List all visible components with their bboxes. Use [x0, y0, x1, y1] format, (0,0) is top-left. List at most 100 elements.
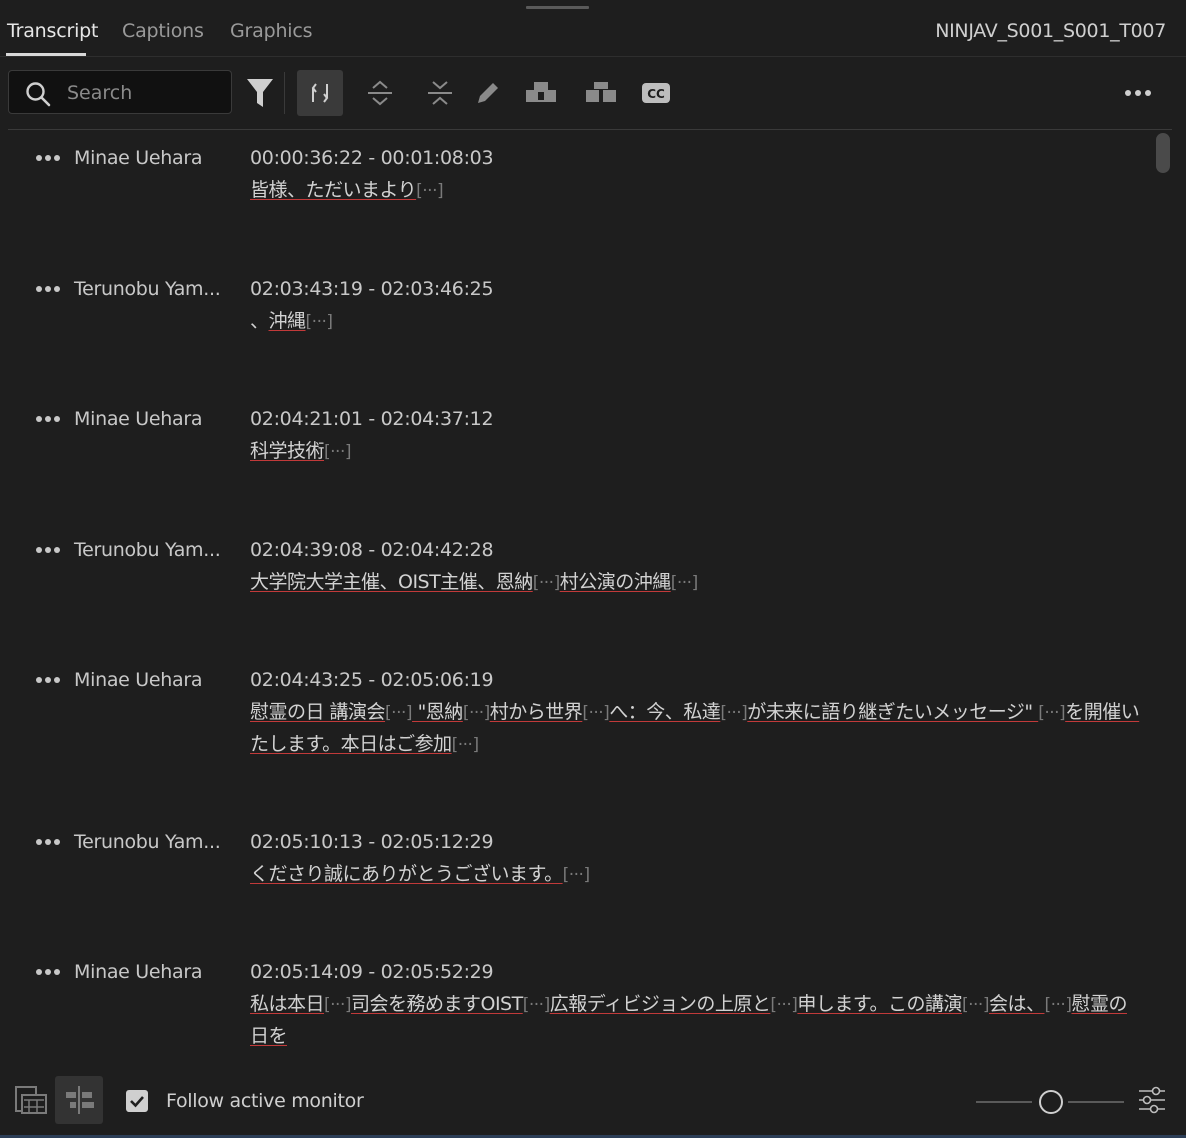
toolbar-separator	[8, 129, 1172, 130]
pause-marker[interactable]: [···]	[720, 703, 747, 723]
filter-button[interactable]	[237, 70, 283, 116]
zoom-slider-track-right[interactable]	[1068, 1101, 1124, 1103]
segment-timecode: 00:00:36:22 - 00:01:08:03	[250, 147, 494, 169]
transcript-word[interactable]: くださり誠にありがとうございます。	[250, 863, 563, 885]
pause-marker[interactable]: [···]	[533, 573, 560, 593]
segment-text[interactable]: 慰霊の日 講演会[···] "恩納[···]村から世界[···]へ：今、私達[·…	[250, 697, 1140, 761]
transcript-panel: Transcript Captions Graphics NINJAV_S001…	[0, 0, 1186, 1138]
display-settings-button[interactable]	[1128, 1076, 1176, 1124]
sync-transcript-button[interactable]	[297, 70, 343, 116]
pause-marker[interactable]: [···]	[1044, 995, 1071, 1015]
search-input[interactable]	[65, 77, 219, 109]
transcript-word[interactable]: が未来に語り継ぎたいメッセージ"	[747, 701, 1038, 723]
speaker-menu-icon[interactable]	[34, 280, 64, 302]
transcript-word[interactable]: 広報ディビジョンの上原と	[550, 993, 771, 1015]
pause-marker[interactable]: [···]	[1038, 703, 1065, 723]
segment-text[interactable]: 皆様、ただいまより[···]	[250, 175, 1140, 207]
pause-marker[interactable]: [···]	[324, 442, 351, 462]
zoom-slider-thumb[interactable]	[1039, 1090, 1063, 1114]
speaker-menu-icon[interactable]	[34, 833, 64, 855]
speaker-name[interactable]: Terunobu Yam...	[74, 539, 221, 561]
pause-marker[interactable]: [···]	[416, 181, 443, 201]
speaker-menu-icon[interactable]	[34, 541, 64, 563]
speaker-menu-icon[interactable]	[34, 963, 64, 985]
expand-icon	[368, 80, 392, 106]
scrollbar-thumb[interactable]	[1156, 133, 1170, 173]
speaker-menu-icon[interactable]	[34, 149, 64, 171]
edit-button[interactable]	[465, 70, 511, 116]
transcript-word[interactable]: 会は、	[989, 993, 1045, 1015]
pause-marker[interactable]: [···]	[770, 995, 797, 1015]
segment-text[interactable]: 、沖縄[···]	[250, 306, 1140, 338]
speaker-name[interactable]: Minae Uehara	[74, 408, 203, 430]
tab-captions[interactable]: Captions	[122, 20, 204, 42]
more-options-icon	[1125, 90, 1151, 96]
tab-bar: Transcript Captions Graphics NINJAV_S001…	[0, 10, 1186, 57]
pause-marker[interactable]: [···]	[671, 573, 698, 593]
bottom-bar: Follow active monitor	[0, 1066, 1186, 1138]
panel-header-strip	[0, 0, 1186, 10]
zoom-slider-track-left[interactable]	[976, 1101, 1032, 1103]
sequence-button[interactable]	[7, 1076, 55, 1124]
transcript-word[interactable]: 皆様、ただいまより	[250, 179, 417, 201]
segment-text[interactable]: くださり誠にありがとうございます。[···]	[250, 859, 1140, 891]
expand-segments-button[interactable]	[357, 70, 403, 116]
segment-text[interactable]: 大学院大学主催、OIST主催、恩納[···]村公演の沖縄[···]	[250, 567, 1140, 599]
transcript-word[interactable]: 、	[250, 310, 269, 332]
transcript-word[interactable]: 村公演の沖縄	[560, 571, 672, 593]
pause-marker[interactable]: [···]	[324, 995, 351, 1015]
transcript-word[interactable]: へ：今、私達	[609, 701, 721, 723]
pause-marker[interactable]: [···]	[582, 703, 609, 723]
speaker-menu-icon[interactable]	[34, 671, 64, 693]
speaker-name[interactable]: Terunobu Yam...	[74, 831, 221, 853]
more-options-button[interactable]	[1115, 70, 1161, 116]
transcript-word[interactable]: 科学技術	[250, 440, 325, 462]
speaker-name[interactable]: Minae Uehara	[74, 147, 203, 169]
drag-handle[interactable]	[526, 6, 589, 9]
timeline-icon	[66, 1086, 94, 1114]
segment-text[interactable]: 科学技術[···]	[250, 436, 1140, 468]
pause-marker[interactable]: [···]	[463, 703, 490, 723]
transcript-word[interactable]: 私は本日	[250, 993, 325, 1015]
speaker-name[interactable]: Minae Uehara	[74, 961, 203, 983]
speaker-name[interactable]: Minae Uehara	[74, 669, 203, 691]
search-box	[8, 70, 232, 114]
follow-active-monitor-checkbox[interactable]	[126, 1090, 148, 1112]
collapse-segments-button[interactable]	[417, 70, 463, 116]
transcript-word[interactable]: 沖縄	[269, 310, 307, 332]
segment-timecode: 02:04:43:25 - 02:05:06:19	[250, 669, 494, 691]
tab-transcript[interactable]: Transcript	[7, 20, 98, 42]
segment-text[interactable]: 私は本日[···]司会を務めますOIST[···]広報ディビジョンの上原と[··…	[250, 989, 1140, 1052]
segment-timecode: 02:05:14:09 - 02:05:52:29	[250, 961, 494, 983]
pause-marker[interactable]: [···]	[306, 312, 333, 332]
create-captions-button[interactable]: CC	[633, 70, 679, 116]
speaker-menu-icon[interactable]	[34, 410, 64, 432]
search-icon	[26, 82, 51, 107]
merge-segments-button[interactable]	[518, 70, 564, 116]
speaker-name[interactable]: Terunobu Yam...	[74, 278, 221, 300]
pause-marker[interactable]: [···]	[523, 995, 550, 1015]
pause-marker[interactable]: [···]	[385, 703, 412, 723]
transcript-word[interactable]: 村から世界	[490, 701, 583, 723]
transcript-word[interactable]: 慰霊の日 講演会	[250, 701, 386, 723]
pause-marker[interactable]: [···]	[563, 865, 590, 885]
tab-graphics[interactable]: Graphics	[230, 20, 313, 42]
sliders-icon	[1139, 1086, 1165, 1114]
pause-marker[interactable]: [···]	[452, 735, 479, 755]
segment-timecode: 02:04:21:01 - 02:04:37:12	[250, 408, 494, 430]
sync-icon	[311, 83, 329, 103]
cc-icon: CC	[642, 83, 670, 103]
collapse-icon	[428, 81, 452, 105]
active-tab-indicator	[6, 53, 86, 56]
transcript-word[interactable]: "恩納	[412, 701, 464, 723]
svg-text:CC: CC	[647, 87, 665, 101]
pause-marker[interactable]: [···]	[962, 995, 989, 1015]
transcript-word[interactable]: 司会を務めますOIST	[351, 993, 523, 1015]
transcript-word[interactable]: 大学院大学主催、OIST主催、恩納	[250, 571, 533, 593]
timeline-button[interactable]	[55, 1076, 103, 1124]
clip-name: NINJAV_S001_S001_T007	[935, 20, 1166, 42]
pencil-icon	[478, 83, 498, 103]
transcript-word[interactable]: 申します。この講演	[797, 993, 962, 1015]
split-segment-button[interactable]	[578, 70, 624, 116]
segment-timecode: 02:03:43:19 - 02:03:46:25	[250, 278, 494, 300]
